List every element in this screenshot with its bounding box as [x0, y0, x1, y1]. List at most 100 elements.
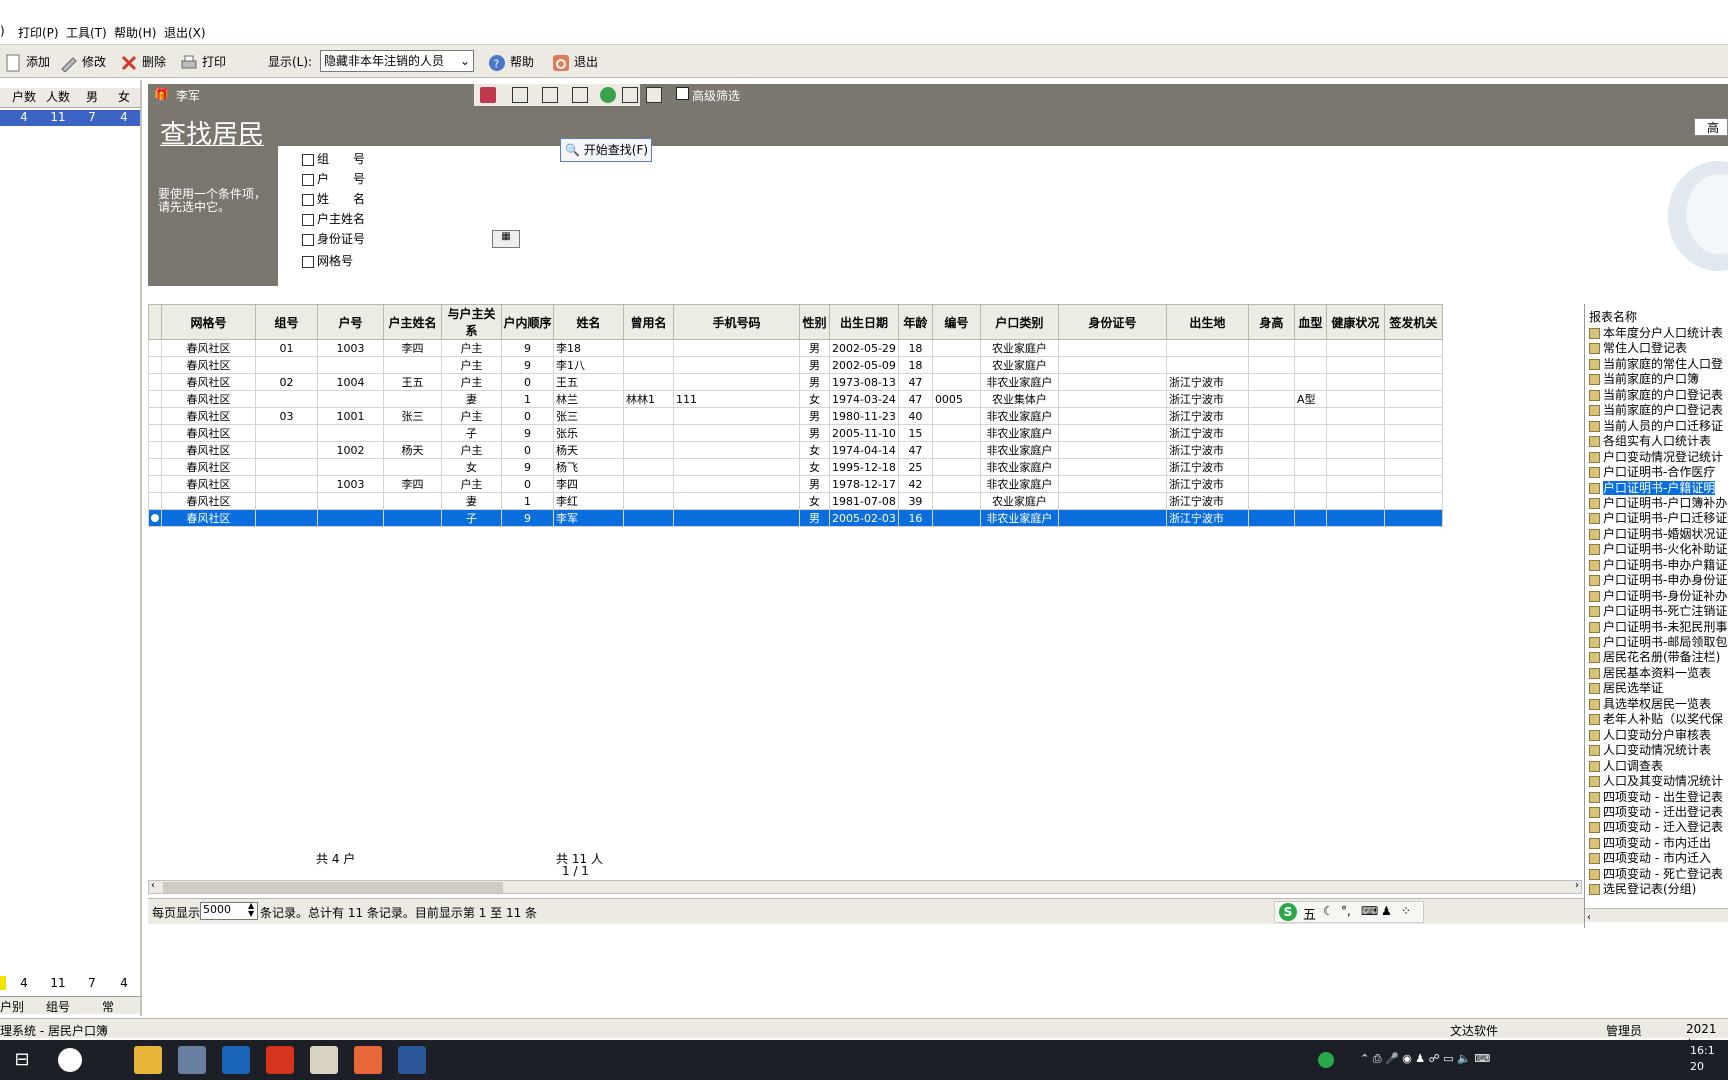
table-cell[interactable]: 春风社区 [161, 356, 256, 374]
row-indicator[interactable] [148, 356, 162, 374]
table-cell[interactable] [1057, 458, 1167, 476]
table-cell[interactable] [255, 356, 318, 374]
report-item[interactable]: 户口证明书-申办身份证 [1589, 571, 1728, 587]
table-cell[interactable] [317, 492, 384, 510]
table-cell[interactable]: 子 [441, 509, 502, 527]
columns-icon[interactable] [622, 87, 638, 103]
apps-icon[interactable]: ⁘ [1401, 904, 1411, 918]
table-cell[interactable]: 浙江宁波市 [1165, 407, 1249, 425]
report-item[interactable]: 户口证明书-户口簿补办 [1589, 494, 1728, 510]
table-cell[interactable]: 18 [897, 356, 933, 374]
zoom-page-icon[interactable] [646, 87, 662, 103]
table-cell[interactable] [623, 356, 674, 374]
report-item[interactable]: 户口证明书-申办户籍证 [1589, 556, 1728, 572]
table-cell[interactable] [1057, 475, 1167, 493]
table-cell[interactable]: 1 [501, 492, 554, 510]
table-cell[interactable] [673, 424, 800, 442]
table-cell[interactable]: 1002 [317, 441, 384, 459]
table-cell[interactable]: 春风社区 [161, 441, 256, 459]
table-cell[interactable]: 2005-02-03 [829, 509, 899, 527]
table-cell[interactable]: 男 [799, 373, 830, 391]
menu-item-tools[interactable]: 工具(T) [66, 24, 107, 41]
table-cell[interactable] [623, 441, 674, 459]
col-header[interactable]: 姓名 [553, 304, 624, 340]
scroll-left-icon[interactable]: ‹ [151, 880, 155, 891]
table-cell[interactable]: 李四 [383, 339, 442, 357]
scroll-thumb[interactable] [163, 882, 503, 893]
punctuation-icon[interactable]: °, [1341, 904, 1351, 918]
table-row[interactable]: 春风社区 户主 9 李1八 男 2002-05-09 18 农业家庭户 [148, 356, 1443, 374]
report-item[interactable]: 当前家庭的户口簿 [1589, 370, 1728, 386]
table-cell[interactable] [1383, 441, 1443, 459]
table-cell[interactable]: 9 [501, 356, 554, 374]
table-cell[interactable]: 1003 [317, 339, 384, 357]
display-select[interactable]: 隐藏非本年注销的人员 ⌄ [320, 50, 474, 72]
scroll-right-icon[interactable]: › [1575, 880, 1579, 891]
close-record-icon[interactable] [480, 87, 496, 103]
table-cell[interactable] [1383, 390, 1443, 408]
table-cell[interactable] [623, 458, 674, 476]
table-cell[interactable]: 浙江宁波市 [1165, 475, 1249, 493]
table-cell[interactable]: 农业家庭户 [979, 339, 1059, 357]
advanced-filter-checkbox[interactable] [676, 87, 689, 100]
table-cell[interactable]: 18 [897, 339, 933, 357]
table-cell[interactable]: 户主 [441, 441, 502, 459]
table-cell[interactable]: 1 [501, 390, 554, 408]
tray-icons[interactable]: ⌃ ⎙ 🎤 ◉ ♟ ☍ ▭ 🔈 ⌨ [1360, 1052, 1490, 1066]
table-cell[interactable] [673, 441, 800, 459]
table-cell[interactable]: 1973-08-13 [829, 373, 899, 391]
table-cell[interactable]: 子 [441, 424, 502, 442]
table-cell[interactable]: 非农业家庭户 [979, 509, 1059, 527]
col-header[interactable]: 编号 [931, 304, 981, 340]
table-cell[interactable] [1325, 492, 1385, 510]
table-cell[interactable]: 39 [897, 492, 933, 510]
col-header[interactable]: 户主姓名 [383, 304, 442, 340]
table-cell[interactable] [255, 390, 318, 408]
report-item[interactable]: 选民登记表(分组) [1589, 880, 1728, 896]
table-cell[interactable] [1293, 492, 1327, 510]
row-indicator[interactable] [148, 509, 162, 527]
exit-button[interactable]: 退出 [552, 51, 598, 73]
report-item[interactable]: 户口证明书-身份证补办 [1589, 587, 1728, 603]
table-cell[interactable] [931, 475, 981, 493]
criteria-household-no[interactable]: 户 号 [302, 170, 365, 188]
scroll-left-icon[interactable]: ‹ [1585, 912, 1591, 923]
report-item[interactable]: 居民基本资料一览表 [1589, 664, 1728, 680]
table-cell[interactable]: 男 [799, 509, 830, 527]
keyboard-icon[interactable]: ⌨ [1361, 904, 1378, 918]
criteria-name[interactable]: 姓 名 [302, 190, 365, 208]
table-cell[interactable]: 春风社区 [161, 339, 256, 357]
table-cell[interactable]: 1980-11-23 [829, 407, 899, 425]
table-cell[interactable] [673, 458, 800, 476]
export-icon[interactable] [542, 87, 558, 103]
table-row[interactable]: 春风社区 子 9 李军 男 2005-02-03 16 非农业家庭户 浙江宁波市 [148, 509, 1443, 527]
table-cell[interactable] [1247, 441, 1295, 459]
table-cell[interactable] [931, 509, 981, 527]
table-cell[interactable] [1293, 424, 1327, 442]
table-cell[interactable]: 女 [799, 390, 830, 408]
report-item[interactable]: 户口证明书-死亡注销证 [1589, 602, 1728, 618]
m-app-icon[interactable] [222, 1046, 250, 1074]
table-cell[interactable] [1057, 373, 1167, 391]
print-button[interactable]: 打印 [180, 51, 226, 73]
table-cell[interactable] [673, 373, 800, 391]
report-item[interactable]: 人口变动分户审核表 [1589, 726, 1728, 742]
col-header[interactable]: 身份证号 [1057, 304, 1167, 340]
table-cell[interactable]: 1974-04-14 [829, 441, 899, 459]
table-cell[interactable]: 0 [501, 373, 554, 391]
table-cell[interactable] [1057, 339, 1167, 357]
table-cell[interactable]: 16 [897, 509, 933, 527]
document-app-icon[interactable] [310, 1046, 338, 1074]
table-row[interactable]: 春风社区 1002 杨天 户主 0 杨天女 1974-04-14 47 非农业家庭户 浙江宁波市 [148, 441, 1443, 459]
report-item[interactable]: 户口证明书-邮局领取包 [1589, 633, 1728, 649]
table-cell[interactable] [255, 458, 318, 476]
table-cell[interactable] [317, 509, 384, 527]
report-item[interactable]: 人口调查表 [1589, 757, 1728, 773]
table-cell[interactable] [1247, 475, 1295, 493]
table-cell[interactable]: 春风社区 [161, 373, 256, 391]
table-cell[interactable] [623, 475, 674, 493]
table-cell[interactable] [1247, 492, 1295, 510]
table-cell[interactable]: 1001 [317, 407, 384, 425]
table-cell[interactable] [1325, 356, 1385, 374]
table-cell[interactable]: 李18 [553, 339, 624, 357]
